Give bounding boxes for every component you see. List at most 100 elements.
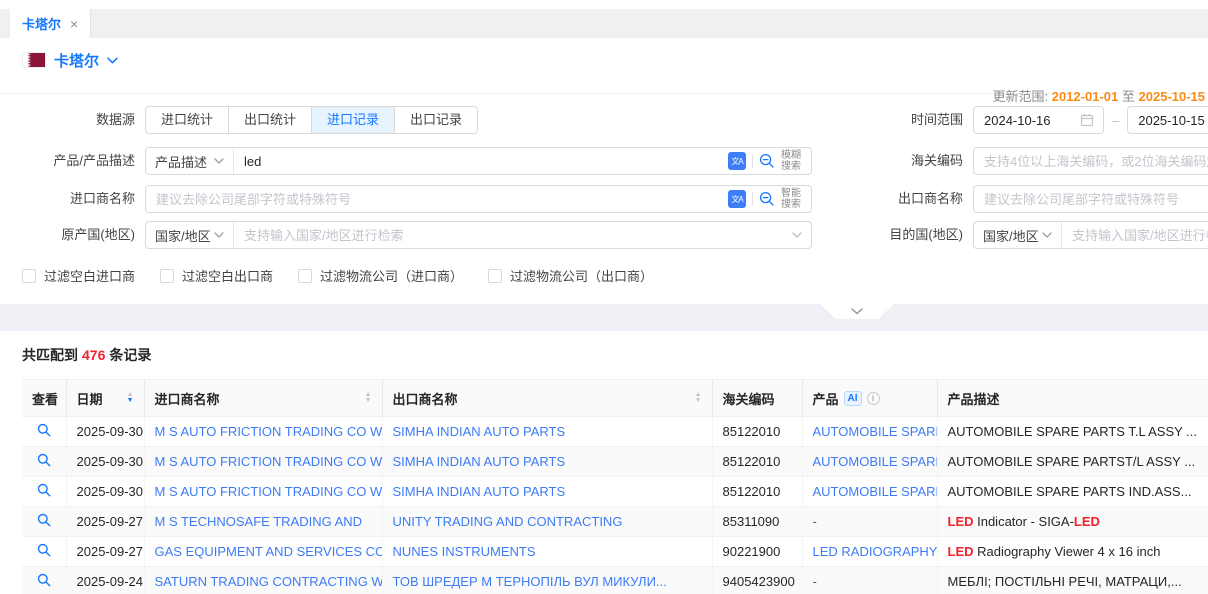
cell-product: - [802,507,937,537]
link-product[interactable]: AUTOMOBILE SPARE P... [813,484,938,499]
filter-checkbox-3[interactable] [488,269,502,283]
translate-icon[interactable]: 文A [728,190,746,208]
country-selector[interactable]: 卡塔尔 [22,50,118,70]
link-exporter[interactable]: ТОВ ШРЕДЕР М ТЕРНОПІЛЬ ВУЛ МИКУЛИ... [393,574,667,589]
link-product[interactable]: AUTOMOBILE SPARE P... [813,424,938,439]
column-header-view: 查看 [22,380,66,417]
cell-date: 2025-09-30 [66,477,144,507]
view-record-button[interactable] [22,477,66,507]
chevron-down-icon [851,308,863,315]
importer-input[interactable] [146,186,728,212]
fuzzy-search-icon[interactable] [759,153,775,169]
view-record-button[interactable] [22,507,66,537]
view-record-button[interactable] [22,417,66,447]
link-product[interactable]: LED RADIOGRAPHY VI... [813,544,938,559]
cell-hs-code: 85122010 [712,447,802,477]
column-header-exporter[interactable]: 出口商名称▲▼ [382,380,712,417]
view-record-button[interactable] [22,537,66,567]
filter-checkbox-2[interactable] [298,269,312,283]
filter-label-0: 过滤空白进口商 [44,266,135,285]
view-record-button[interactable] [22,447,66,477]
link-product[interactable]: AUTOMOBILE SPARE P... [813,454,938,469]
view-record-button[interactable] [22,567,66,594]
smart-search-icon[interactable] [759,191,775,207]
cell-exporter: SIMHA INDIAN AUTO PARTS [382,477,712,507]
date-start-input[interactable] [974,107,1080,133]
column-header-importer[interactable]: 进口商名称▲▼ [144,380,382,417]
hs-code-input[interactable] [974,148,1208,174]
origin-field: 国家/地区 [145,221,812,249]
cell-exporter: SIMHA INDIAN AUTO PARTS [382,417,712,447]
tab-qatar[interactable]: 卡塔尔 × [10,9,91,38]
calendar-icon[interactable] [1080,113,1103,127]
fuzzy-search-label[interactable]: 模糊搜索 [781,150,802,172]
importer-label: 进口商名称 [0,185,135,213]
link-exporter[interactable]: SIMHA INDIAN AUTO PARTS [393,424,566,439]
sort-toggle-date[interactable]: ▲▼ [127,392,134,404]
filter-checkbox-1[interactable] [160,269,174,283]
info-icon[interactable]: i [867,392,880,405]
filter-item-2[interactable]: 过滤物流公司（进口商） [298,266,463,285]
link-importer[interactable]: M S AUTO FRICTION TRADING CO WLL [155,454,383,469]
product-search-input[interactable] [234,148,728,174]
cell-product: AUTOMOBILE SPARE P... [802,417,937,447]
sort-toggle-exporter[interactable]: ▲▼ [695,392,702,404]
cell-description: AUTOMOBILE SPARE PARTS IND.ASS... [937,477,1208,507]
hs-code-field[interactable] [973,147,1208,175]
exporter-field[interactable] [973,185,1208,213]
link-exporter[interactable]: SIMHA INDIAN AUTO PARTS [393,454,566,469]
tab-close-icon[interactable]: × [70,17,78,31]
filter-checkbox-row: 过滤空白进口商 过滤空白出口商 过滤物流公司（进口商） 过滤物流公司（出口商） [22,266,678,285]
cell-date: 2025-09-30 [66,447,144,477]
link-exporter[interactable]: SIMHA INDIAN AUTO PARTS [393,484,566,499]
link-importer[interactable]: M S AUTO FRICTION TRADING CO WLL [155,484,383,499]
country-title: 卡塔尔 [54,50,99,71]
datasource-option-1[interactable]: 出口统计 [229,106,312,134]
link-importer[interactable]: M S AUTO FRICTION TRADING CO WLL [155,424,383,439]
date-end-field[interactable] [1127,106,1208,134]
filter-checkbox-0[interactable] [22,269,36,283]
time-range-label: 时间范围 [858,106,963,134]
link-importer[interactable]: GAS EQUIPMENT AND SERVICES CO LTD [155,544,383,559]
exporter-label: 出口商名称 [858,185,963,213]
date-start-field[interactable] [973,106,1104,134]
cell-hs-code: 9405423900 [712,567,802,594]
destination-field: 国家/地区 [973,221,1208,249]
datasource-option-2[interactable]: 进口记录 [312,106,395,134]
date-end-input[interactable] [1128,107,1208,133]
cell-date: 2025-09-24 [66,567,144,594]
update-range-end: 2025-10-15 [1139,89,1206,104]
smart-search-label[interactable]: 智能搜索 [781,188,802,210]
chevron-down-icon[interactable] [792,232,811,238]
table-row: 2025-09-30 M S AUTO FRICTION TRADING CO W… [22,447,1208,477]
origin-country-input[interactable] [234,222,792,248]
cell-hs-code: 90221900 [712,537,802,567]
exporter-input[interactable] [974,186,1208,212]
link-exporter[interactable]: UNITY TRADING AND CONTRACTING [393,514,623,529]
product-label: 产品/产品描述 [0,147,135,175]
column-label-product: 产品 [813,389,839,408]
filter-item-0[interactable]: 过滤空白进口商 [22,266,135,285]
column-label-view: 查看 [32,389,58,408]
table-row: 2025-09-27GAS EQUIPMENT AND SERVICES CO … [22,537,1208,567]
destination-type-select[interactable]: 国家/地区 [974,222,1062,248]
update-range-to: 至 [1122,89,1135,104]
datasource-option-0[interactable]: 进口统计 [145,106,229,134]
product-type-select[interactable]: 产品描述 [146,148,234,174]
sort-toggle-importer[interactable]: ▲▼ [365,392,372,404]
column-header-date[interactable]: 日期▲▼ [66,380,144,417]
translate-icon[interactable]: 文A [728,152,746,170]
destination-country-input[interactable] [1062,222,1208,248]
datasource-option-3[interactable]: 出口记录 [395,106,478,134]
filter-item-1[interactable]: 过滤空白出口商 [160,266,273,285]
update-range-start: 2012-01-01 [1052,89,1119,104]
origin-label: 原产国(地区) [0,221,135,249]
divider [752,154,753,168]
filter-item-3[interactable]: 过滤物流公司（出口商） [488,266,653,285]
summary-suffix: 条记录 [109,347,151,363]
cell-date: 2025-09-30 [66,417,144,447]
origin-type-select[interactable]: 国家/地区 [146,222,234,248]
link-exporter[interactable]: NUNES INSTRUMENTS [393,544,536,559]
link-importer[interactable]: SATURN TRADING CONTRACTING WLL BUI... [155,574,383,589]
link-importer[interactable]: M S TECHNOSAFE TRADING AND [155,514,363,529]
